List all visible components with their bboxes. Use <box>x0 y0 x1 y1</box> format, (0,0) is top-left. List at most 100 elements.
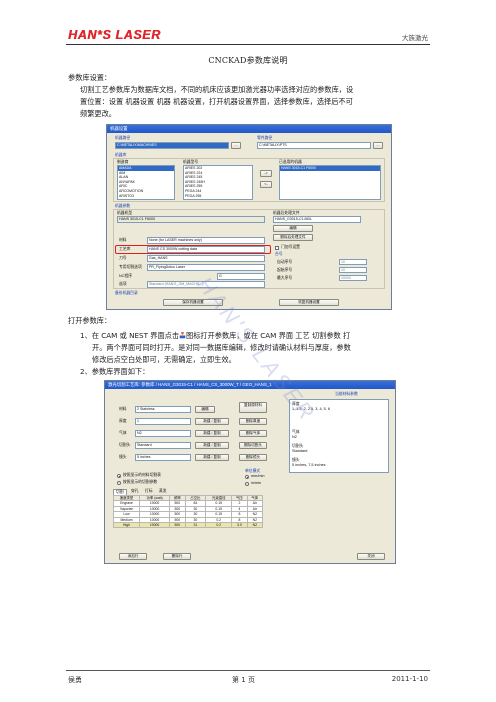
header-company-name: 大族激光 <box>402 34 428 42</box>
edit-material-button[interactable]: 编辑 <box>195 406 215 413</box>
info-head-value: Standard <box>292 449 308 453</box>
delete-gas-button[interactable]: 删除气体 <box>239 430 267 437</box>
head-label: 刀号 <box>119 256 127 260</box>
show-params-radio[interactable] <box>117 481 121 485</box>
machine-model-list[interactable]: ARIES 202 ARIES 224 ARIES 245 ARIES 245H… <box>183 165 253 200</box>
tab-vaporize[interactable]: 蒸发 <box>157 489 169 494</box>
company-logo: HAN*S LASER <box>68 28 161 42</box>
table-label: 台号 <box>275 252 283 256</box>
unit-inch-radio[interactable] <box>245 482 249 486</box>
footer-divider <box>66 670 430 671</box>
process-library-select[interactable]: HANS CS 3000W cutting data <box>147 246 265 253</box>
start-number-label: 起始序号 <box>277 268 293 272</box>
page-suffix: 页 <box>247 676 255 684</box>
new-gas-button[interactable]: 新建 / 复制 <box>195 430 229 437</box>
new-head-button[interactable]: 新建 / 复制 <box>195 442 229 449</box>
current-params-label: 当前材料参数 <box>335 392 358 396</box>
delete-lens-button[interactable]: 删除镜头 <box>239 454 267 461</box>
show-material-label: 按照显示的材料切割表 <box>123 473 161 477</box>
new-thickness-button[interactable]: 新建 / 复制 <box>195 418 229 425</box>
table-cell[interactable]: 10000 <box>139 521 171 529</box>
table-cell[interactable]: 500 <box>169 521 186 529</box>
part-path-browse-button[interactable]: ... <box>373 142 383 149</box>
table-cell[interactable]: 3.0 <box>231 521 248 529</box>
backup-label: 备份机器目录 <box>115 291 138 295</box>
manufacturer-list[interactable]: AMADA AIM ALAN ANYAPAK ARIC ARCOMOTION A… <box>117 165 175 200</box>
installed-machines-list[interactable]: HANS 3015-C1 F6000 <box>279 165 381 200</box>
footer-page: 第 1 页 <box>232 675 255 685</box>
max-number-field[interactable]: 10000 <box>339 275 367 281</box>
auto-number-field[interactable]: 10 <box>339 259 367 265</box>
machine-name-field[interactable]: HANS 3015-C1 F6000 <box>117 216 265 223</box>
table-cell[interactable]: 31 <box>184 521 207 529</box>
thickness-label: 厚度 <box>119 419 127 423</box>
nc-label: NC程序 <box>119 274 133 278</box>
post-file-field[interactable]: HANS_G3015-C1.MDL <box>273 216 361 223</box>
part-path-field[interactable]: C:\METALIX\PTS <box>257 142 371 149</box>
process-label: 工艺库 <box>119 247 131 251</box>
auto-id-checkbox[interactable] <box>275 246 279 250</box>
table-row[interactable]: High 10000 500 31 0.2 3.0 N2 <box>112 521 264 529</box>
table-cell[interactable]: 0.2 <box>205 521 233 529</box>
info-lens-value: 5 inches, 7.5 inches <box>292 463 326 467</box>
options-label: 选项 <box>119 282 127 286</box>
machine-settings-dialog: 机器设置 机器路径 C:\METALIX\MACHINES ... 零件路径 C… <box>106 124 392 310</box>
gas-select[interactable]: N2 <box>135 430 191 437</box>
info-gas-value: N2 <box>292 435 297 439</box>
remove-machine-button[interactable]: <- <box>260 181 272 188</box>
technology-label: 专用切割选项 <box>119 265 142 269</box>
material-label: 材料 <box>119 407 127 411</box>
step1-text-a: 1、在 CAM 或 NEST 界面点击 <box>80 331 180 340</box>
technology-select[interactable]: PR_FlyingDotcu Laser <box>147 264 265 271</box>
unit-mm-radio[interactable] <box>245 475 249 479</box>
delete-head-button[interactable]: 删除切割头 <box>239 442 267 449</box>
footer-date: 2011-1-10 <box>391 675 428 683</box>
list-item[interactable]: ARISTO3 <box>118 194 174 199</box>
nc-select[interactable]: G <box>217 273 265 280</box>
gas-label: 气体 <box>119 431 127 435</box>
document-title: CNCKAD参数库说明 <box>208 56 288 65</box>
list-item[interactable]: HANS 3015-C1 F6000 <box>280 166 380 171</box>
tab-mark[interactable]: 打标 <box>143 489 155 494</box>
table-cell[interactable]: N2 <box>246 521 264 529</box>
delete-row-button[interactable]: 删除行 <box>163 553 191 560</box>
section2-step1-line3: 修改后点空白处即可，无需确定，立即生效。 <box>92 355 236 364</box>
start-number-field[interactable]: 10 <box>339 267 367 273</box>
dialog-titlebar: 激光切割工艺库: 参数库 / HANS_G3015-C1 / HANS_CS_3… <box>105 381 395 389</box>
show-params-label: 按照显示的切割参数 <box>123 480 158 484</box>
section2-heading: 打开参数库： <box>68 316 112 325</box>
header-divider <box>66 44 430 45</box>
material-select[interactable]: None (for LASER machines only) <box>147 237 265 244</box>
section2-step1-line2: 开。两个界面可同时打开。是对同一数据库编辑，修改时请确认材料与厚度，参数 <box>92 343 351 352</box>
lens-select[interactable]: 5 inches <box>135 454 191 461</box>
list-item[interactable]: PEGA 255 <box>184 194 252 199</box>
delete-thickness-button[interactable]: 删除厚度 <box>239 418 267 425</box>
delete-post-button[interactable]: 删除后处理文件 <box>273 234 313 241</box>
page-prefix: 第 <box>232 676 239 684</box>
tab-pierce[interactable]: 穿孔 <box>129 489 141 494</box>
edit-post-button[interactable]: 编辑 <box>273 225 313 232</box>
parameter-library-icon <box>179 332 186 339</box>
head-select[interactable]: Gas_HANS <box>147 255 265 262</box>
restore-settings-button[interactable]: 恢复机器设置 <box>279 299 339 306</box>
cutting-parameters-table: 速度类型 功率 (watt) 频率 占空比 光束直径 气压 气体 Engrave… <box>112 494 264 529</box>
add-machine-button[interactable]: -> <box>260 170 272 177</box>
copy-material-button[interactable]: 复制原材料 <box>239 402 267 413</box>
section2-step1-line1: 1、在 CAM 或 NEST 界面点击 图标打开参数库，或在 CAM 界面 工艺 … <box>80 330 350 342</box>
thickness-select[interactable]: 1 <box>135 418 191 425</box>
new-lens-button[interactable]: 新建 / 复制 <box>195 454 229 461</box>
show-material-radio[interactable] <box>117 474 121 478</box>
cutting-head-select[interactable]: Standard <box>135 442 191 449</box>
machine-path-field[interactable]: C:\METALIX\MACHINES <box>115 142 229 149</box>
dialog-titlebar: 机器设置 <box>107 125 391 133</box>
max-number-label: 最大序号 <box>277 276 293 280</box>
material-select[interactable]: 2 Stainless <box>135 406 191 413</box>
footer-author: 侯勇 <box>68 676 82 684</box>
close-button[interactable]: 关闭 <box>357 553 385 560</box>
unit-mm-label: mm/min <box>251 474 265 478</box>
add-row-button[interactable]: 添加行 <box>119 553 147 560</box>
table-cell[interactable]: High <box>112 521 141 529</box>
machine-path-browse-button[interactable]: ... <box>231 142 241 149</box>
unit-inch-label: in/min <box>251 481 262 485</box>
lens-label: 镜头 <box>119 455 127 459</box>
